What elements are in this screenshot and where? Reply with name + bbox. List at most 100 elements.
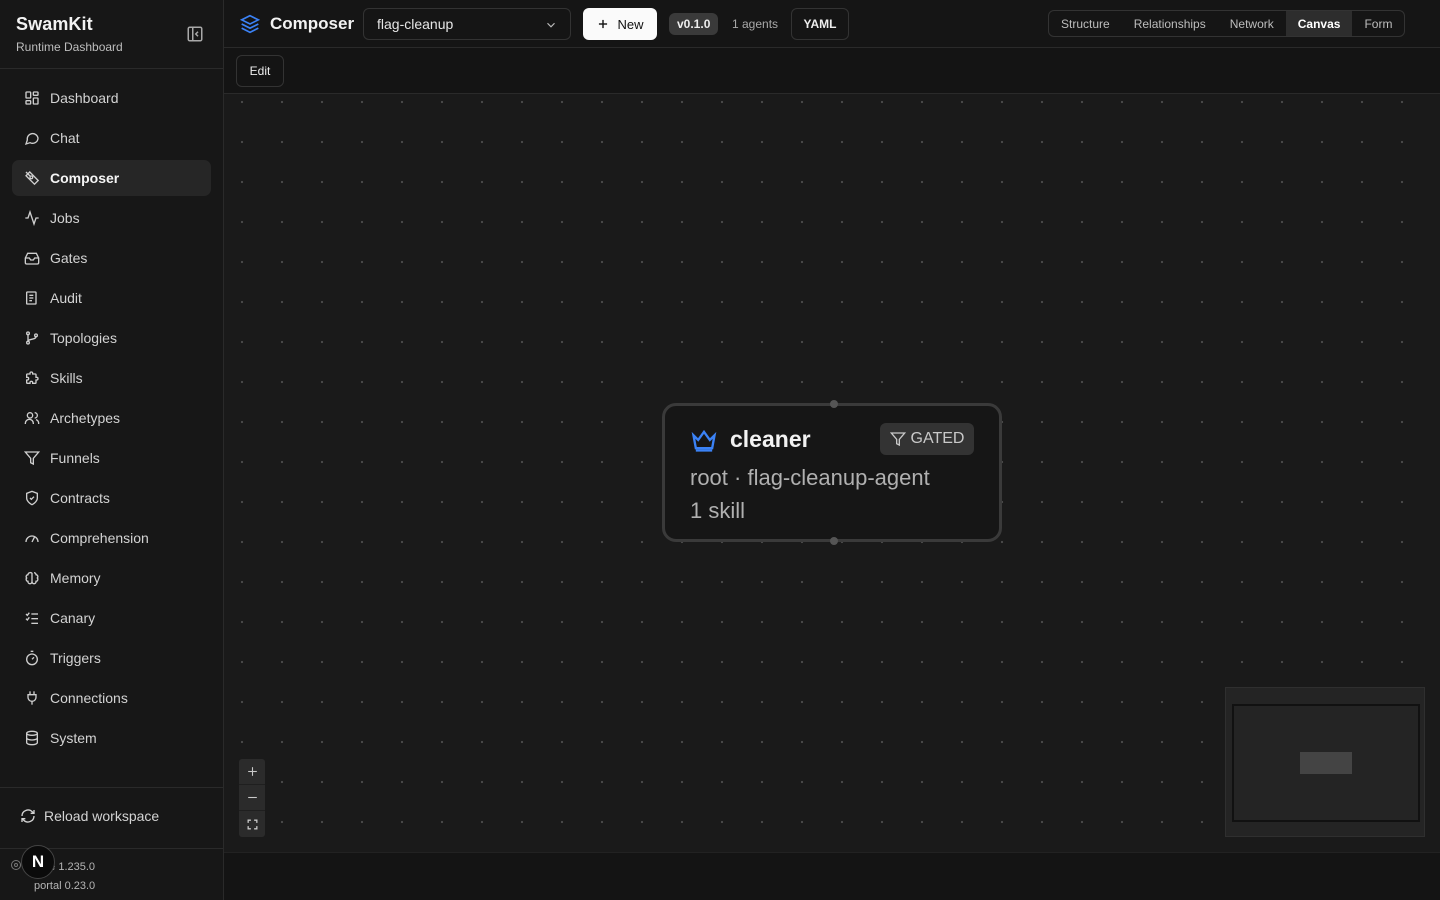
sidebar-divider xyxy=(0,68,223,69)
database-icon xyxy=(24,730,40,746)
sidebar-nav: Dashboard Chat Composer Jobs Gates Audit… xyxy=(12,80,211,760)
sidebar-item-gates[interactable]: Gates xyxy=(12,240,211,276)
sidebar-item-label: Connections xyxy=(50,690,128,706)
sidebar-item-label: Composer xyxy=(50,170,120,186)
sidebar-item-triggers[interactable]: Triggers xyxy=(12,640,211,676)
portal-version: portal 0.23.0 xyxy=(34,880,96,892)
sidebar-item-label: Canary xyxy=(50,610,96,626)
sidebar-toggle-icon[interactable] xyxy=(186,25,204,43)
sidebar-item-label: System xyxy=(50,730,97,746)
sidebar-item-label: Topologies xyxy=(50,330,117,346)
yaml-button[interactable]: YAML xyxy=(791,8,849,40)
sidebar-item-memory[interactable]: Memory xyxy=(12,560,211,596)
sidebar-item-label: Funnels xyxy=(50,450,100,466)
edit-button[interactable]: Edit xyxy=(236,55,284,87)
sidebar-item-label: Chat xyxy=(50,130,80,146)
sidebar-item-skills[interactable]: Skills xyxy=(12,360,211,396)
layers-icon xyxy=(239,14,261,34)
sidebar-item-chat[interactable]: Chat xyxy=(12,120,211,156)
dashboard-icon xyxy=(24,90,40,106)
sidebar-item-connections[interactable]: Connections xyxy=(12,680,211,716)
sidebar-item-archetypes[interactable]: Archetypes xyxy=(12,400,211,436)
sidebar-item-label: Contracts xyxy=(50,490,110,506)
chat-icon xyxy=(24,130,40,146)
sidebar-item-topologies[interactable]: Topologies xyxy=(12,320,211,356)
canvas-toolbar: Edit xyxy=(224,48,1440,94)
puzzle-icon xyxy=(24,370,40,386)
pen-nib-icon xyxy=(24,170,40,186)
sidebar-item-canary[interactable]: Canary xyxy=(12,600,211,636)
activity-icon xyxy=(24,210,40,226)
fit-view-button[interactable] xyxy=(239,811,265,837)
sidebar-item-audit[interactable]: Audit xyxy=(12,280,211,316)
users-icon xyxy=(24,410,40,426)
sidebar-item-label: Memory xyxy=(50,570,101,586)
sidebar-item-label: Jobs xyxy=(50,210,80,226)
gated-badge: GATED xyxy=(880,423,974,455)
minimap[interactable] xyxy=(1225,687,1425,837)
zoom-in-button[interactable] xyxy=(239,759,265,785)
gauge-icon xyxy=(24,530,40,546)
tab-structure[interactable]: Structure xyxy=(1049,11,1122,36)
branch-icon xyxy=(24,330,40,346)
crown-icon xyxy=(690,426,718,454)
node-role: root · flag-cleanup-agent xyxy=(690,465,930,490)
node-handle-top[interactable] xyxy=(830,400,838,408)
timer-icon xyxy=(24,650,40,666)
audit-icon xyxy=(24,290,40,306)
topology-select[interactable]: flag-cleanup xyxy=(363,8,571,40)
flow-canvas[interactable]: cleaner GATED root · flag-cleanup-agent … xyxy=(224,94,1440,852)
sidebar-divider xyxy=(0,787,223,788)
list-check-icon xyxy=(24,610,40,626)
brain-icon xyxy=(24,570,40,586)
node-skill-count: 1 skill xyxy=(690,498,746,523)
fullscreen-icon xyxy=(247,819,257,829)
sidebar-item-funnels[interactable]: Funnels xyxy=(12,440,211,476)
sidebar-item-label: Dashboard xyxy=(50,90,119,106)
node-name: cleaner xyxy=(730,426,811,452)
new-button-label: New xyxy=(617,16,644,32)
sidebar-item-composer[interactable]: Composer xyxy=(12,160,211,196)
funnel-icon xyxy=(889,431,906,447)
node-meta: root · flag-cleanup-agent 1 skill xyxy=(690,461,930,527)
sidebar-item-label: Skills xyxy=(50,370,83,386)
sidebar-item-label: Archetypes xyxy=(50,410,121,426)
new-button[interactable]: New xyxy=(583,8,657,40)
sidebar-item-label: Gates xyxy=(50,250,88,266)
sidebar-item-comprehension[interactable]: Comprehension xyxy=(12,520,211,556)
version-badge: v0.1.0 xyxy=(669,13,719,35)
minus-icon xyxy=(247,796,257,799)
tab-canvas[interactable]: Canvas xyxy=(1285,11,1353,36)
sidebar: SwamKit Runtime Dashboard Dashboard Chat… xyxy=(0,0,224,900)
brand-subtitle: Runtime Dashboard xyxy=(16,40,123,54)
gated-badge-label: GATED xyxy=(910,430,965,447)
page-title: Composer xyxy=(270,14,355,33)
inbox-icon xyxy=(24,250,40,266)
refresh-icon xyxy=(20,808,36,824)
agents-count: 1 agents xyxy=(732,17,779,31)
agent-node[interactable]: cleaner GATED root · flag-cleanup-agent … xyxy=(662,400,1002,545)
reload-workspace-button[interactable]: Reload workspace xyxy=(20,808,159,824)
zoom-out-button[interactable] xyxy=(239,785,265,811)
funnel-icon xyxy=(24,450,40,466)
tab-network[interactable]: Network xyxy=(1218,11,1286,36)
avatar[interactable]: N xyxy=(21,845,55,879)
bottom-strip xyxy=(224,852,1440,900)
sidebar-item-contracts[interactable]: Contracts xyxy=(12,480,211,516)
view-tabs: Structure Relationships Network Canvas F… xyxy=(1048,10,1406,37)
plus-icon xyxy=(247,767,257,776)
node-handle-bottom[interactable] xyxy=(830,537,838,545)
tab-relationships[interactable]: Relationships xyxy=(1122,11,1218,36)
tab-form[interactable]: Form xyxy=(1352,11,1404,36)
sidebar-item-label: Audit xyxy=(50,290,82,306)
shield-check-icon xyxy=(24,490,40,506)
reload-label: Reload workspace xyxy=(44,808,160,824)
zoom-controls xyxy=(239,759,265,837)
sidebar-item-system[interactable]: System xyxy=(12,720,211,756)
plus-icon xyxy=(596,17,610,31)
sidebar-item-jobs[interactable]: Jobs xyxy=(12,200,211,236)
sidebar-item-dashboard[interactable]: Dashboard xyxy=(12,80,211,116)
brand-name: SwamKit xyxy=(16,14,93,34)
plug-icon xyxy=(24,690,40,706)
sidebar-item-label: Triggers xyxy=(50,650,101,666)
